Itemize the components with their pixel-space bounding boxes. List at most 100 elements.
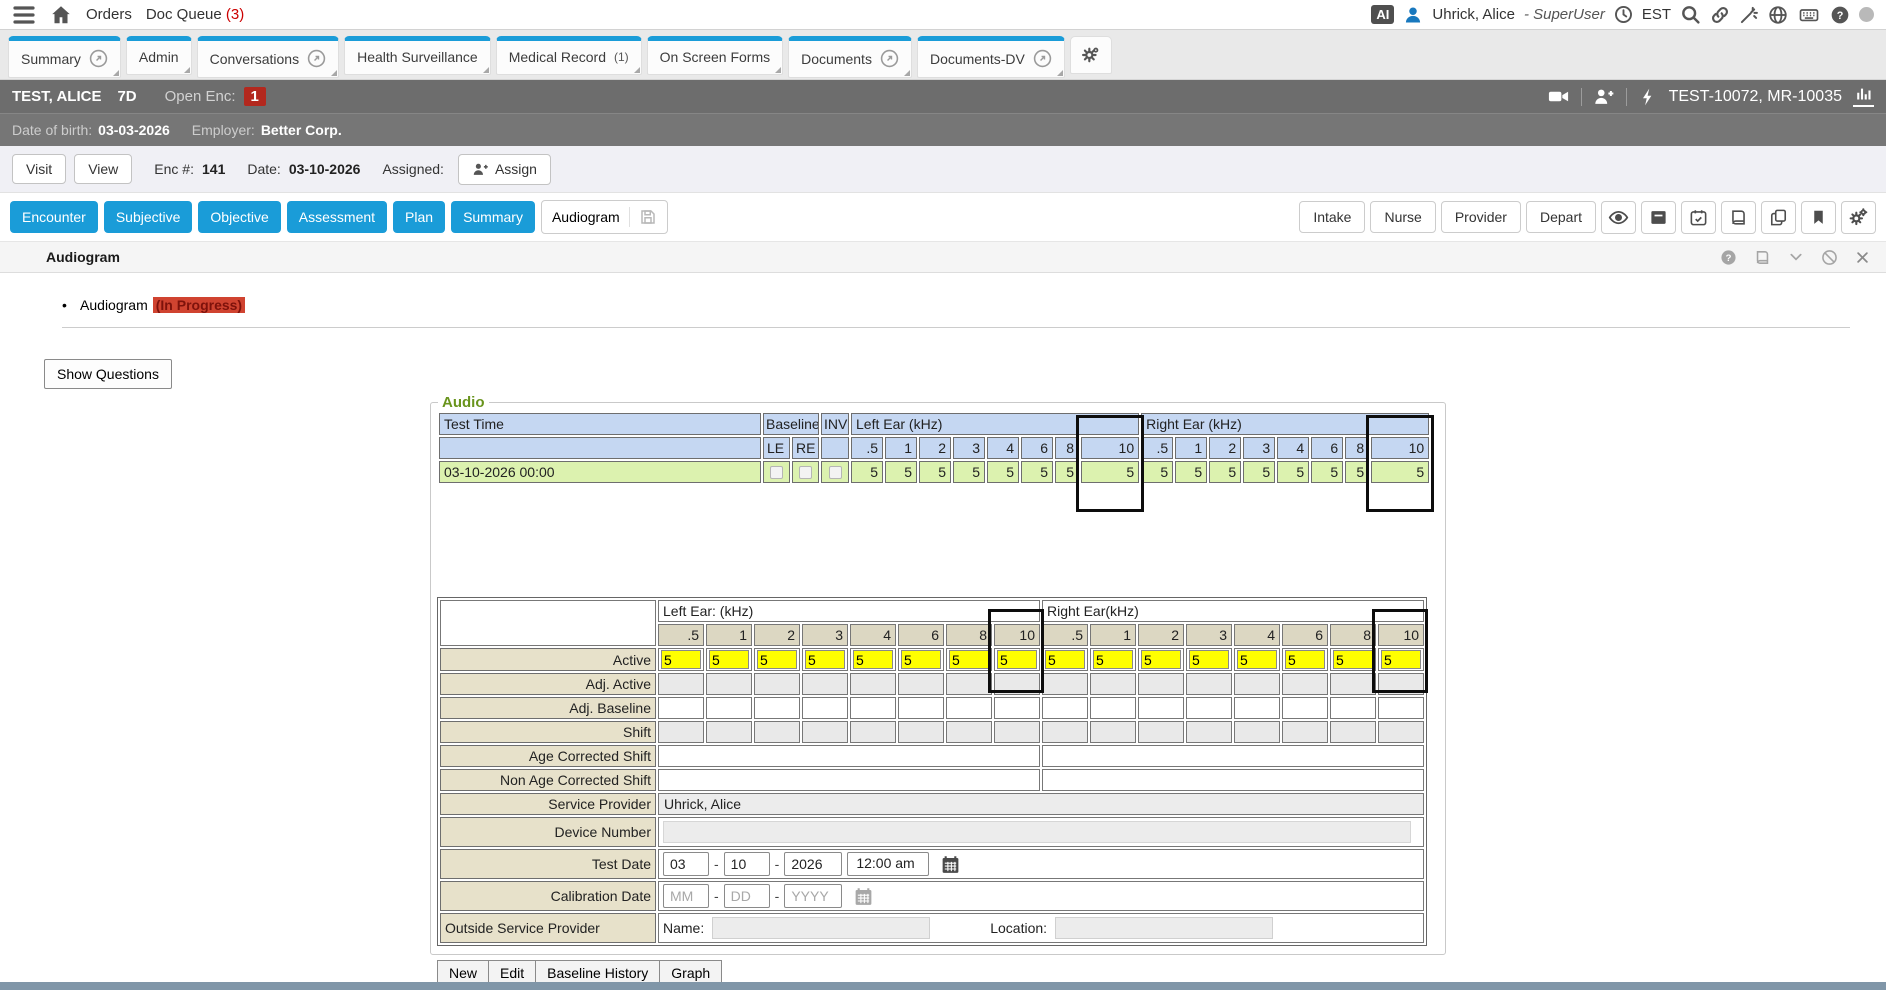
tab-summary[interactable]: Summary: [8, 36, 121, 78]
adj-baseline-cell[interactable]: [1186, 697, 1232, 719]
left-ear-threshold-value[interactable]: 5: [885, 461, 917, 483]
calendar-icon[interactable]: [940, 854, 961, 875]
section-button-subjective[interactable]: Subjective: [104, 201, 193, 233]
test-date-month-input[interactable]: [663, 852, 709, 876]
left-ear-threshold-value[interactable]: 5: [987, 461, 1019, 483]
stage-button-nurse[interactable]: Nurse: [1370, 201, 1435, 233]
right-ear-threshold-value[interactable]: 5: [1371, 461, 1429, 483]
left-ear-threshold-value[interactable]: 5: [1081, 461, 1139, 483]
open-enc-badge[interactable]: 1: [244, 87, 266, 106]
archive-icon[interactable]: [1641, 201, 1676, 234]
adj-baseline-cell[interactable]: [1138, 697, 1184, 719]
test-time-value[interactable]: 03-10-2026 00:00: [439, 461, 761, 483]
active-threshold-input[interactable]: [709, 650, 749, 669]
menu-icon[interactable]: [12, 3, 36, 27]
left-ear-threshold-value[interactable]: 5: [919, 461, 951, 483]
calibration-year-input[interactable]: [784, 884, 842, 908]
popout-icon[interactable]: [89, 49, 108, 68]
current-form-button[interactable]: Audiogram: [541, 200, 668, 234]
test-date-day-input[interactable]: [724, 852, 770, 876]
popout-icon[interactable]: [880, 49, 899, 68]
adj-baseline-cell[interactable]: [1042, 697, 1088, 719]
adj-baseline-cell[interactable]: [946, 697, 992, 719]
outside-location-input[interactable]: [1055, 917, 1273, 939]
section-button-objective[interactable]: Objective: [198, 201, 280, 233]
active-threshold-input[interactable]: [901, 650, 941, 669]
ai-badge[interactable]: AI: [1371, 5, 1394, 24]
active-threshold-input[interactable]: [853, 650, 893, 669]
tab-settings[interactable]: [1070, 36, 1112, 74]
nav-link-orders[interactable]: Orders: [86, 6, 132, 23]
book-icon[interactable]: [1721, 201, 1756, 234]
reference-book-icon[interactable]: [1754, 249, 1771, 266]
active-threshold-input[interactable]: [1381, 650, 1421, 669]
section-button-encounter[interactable]: Encounter: [10, 201, 98, 233]
globe-icon[interactable]: [1768, 5, 1788, 25]
help-icon[interactable]: ?: [1720, 249, 1737, 266]
adj-baseline-cell[interactable]: [1234, 697, 1280, 719]
tab-health-surveillance[interactable]: Health Surveillance: [344, 36, 491, 75]
popout-icon[interactable]: [307, 49, 326, 68]
baseline-re-checkbox[interactable]: [792, 461, 819, 483]
right-ear-threshold-value[interactable]: 5: [1209, 461, 1241, 483]
left-ear-threshold-value[interactable]: 5: [1021, 461, 1053, 483]
add-user-icon[interactable]: [1593, 86, 1615, 108]
left-ear-threshold-value[interactable]: 5: [953, 461, 985, 483]
calibration-day-input[interactable]: [724, 884, 770, 908]
eye-icon[interactable]: [1601, 201, 1636, 234]
tab-admin[interactable]: Admin: [126, 36, 192, 75]
popout-icon[interactable]: [1033, 49, 1052, 68]
adj-baseline-cell[interactable]: [1378, 697, 1424, 719]
calendar-icon[interactable]: [853, 886, 874, 907]
adj-baseline-cell[interactable]: [658, 697, 704, 719]
tab-documents-dv[interactable]: Documents-DV: [917, 36, 1065, 78]
active-threshold-input[interactable]: [1141, 650, 1181, 669]
active-threshold-input[interactable]: [1093, 650, 1133, 669]
keyboard-icon[interactable]: [1797, 5, 1821, 25]
audiogram-list-item[interactable]: Audiogram(In Progress): [62, 297, 245, 313]
copy-icon[interactable]: [1761, 201, 1796, 234]
tab-documents[interactable]: Documents: [788, 36, 912, 78]
adj-baseline-cell[interactable]: [898, 697, 944, 719]
show-questions-button[interactable]: Show Questions: [44, 359, 172, 389]
right-ear-threshold-value[interactable]: 5: [1345, 461, 1369, 483]
checkbox[interactable]: [770, 466, 783, 479]
adj-baseline-cell[interactable]: [1282, 697, 1328, 719]
active-threshold-input[interactable]: [1333, 650, 1373, 669]
left-ear-threshold-value[interactable]: 5: [851, 461, 883, 483]
section-button-summary[interactable]: Summary: [451, 201, 535, 233]
assign-button[interactable]: Assign: [458, 154, 551, 185]
inv-checkbox[interactable]: [821, 461, 849, 483]
save-icon[interactable]: [639, 208, 657, 226]
active-threshold-input[interactable]: [997, 650, 1037, 669]
home-icon[interactable]: [50, 4, 72, 26]
adj-baseline-cell[interactable]: [754, 697, 800, 719]
close-icon[interactable]: [1855, 250, 1870, 265]
help-icon[interactable]: ?: [1830, 5, 1850, 25]
calibration-month-input[interactable]: [663, 884, 709, 908]
section-button-assessment[interactable]: Assessment: [287, 201, 387, 233]
test-time-dropdown[interactable]: 12:00 am: [847, 852, 929, 876]
tab-conversations[interactable]: Conversations: [197, 36, 340, 78]
active-threshold-input[interactable]: [757, 650, 797, 669]
adj-baseline-cell[interactable]: [802, 697, 848, 719]
tab-medical-record[interactable]: Medical Record(1): [496, 36, 642, 75]
adj-baseline-cell[interactable]: [1090, 697, 1136, 719]
adj-baseline-cell[interactable]: [1330, 697, 1376, 719]
link-icon[interactable]: [1710, 5, 1730, 25]
section-button-plan[interactable]: Plan: [393, 201, 445, 233]
checkbox[interactable]: [829, 466, 842, 479]
test-date-year-input[interactable]: [784, 852, 842, 876]
view-button[interactable]: View: [74, 154, 132, 184]
active-threshold-input[interactable]: [1237, 650, 1277, 669]
stage-button-intake[interactable]: Intake: [1299, 201, 1365, 233]
clock-icon[interactable]: [1614, 5, 1633, 24]
right-ear-threshold-value[interactable]: 5: [1311, 461, 1343, 483]
nav-link-doc-queue[interactable]: Doc Queue (3): [146, 6, 244, 23]
visit-button[interactable]: Visit: [12, 154, 66, 184]
checkbox[interactable]: [799, 466, 812, 479]
user-name[interactable]: Uhrick, Alice: [1432, 6, 1515, 23]
outside-name-input[interactable]: [712, 917, 930, 939]
active-threshold-input[interactable]: [1189, 650, 1229, 669]
collapse-icon[interactable]: [1788, 249, 1804, 265]
